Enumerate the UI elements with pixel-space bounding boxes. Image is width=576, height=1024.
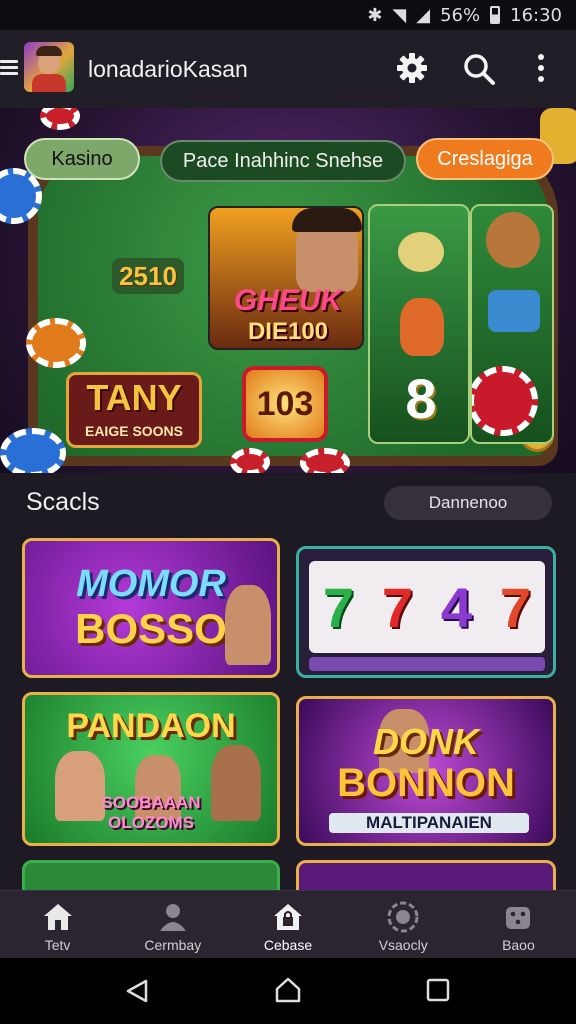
home-icon xyxy=(43,904,72,930)
reel-number: 8 xyxy=(405,367,437,430)
featured-slot-title: GHEUK xyxy=(233,284,343,317)
signal-icon: ◢ xyxy=(416,4,431,26)
search-icon[interactable] xyxy=(462,52,496,86)
reel-symbol: 7 xyxy=(322,575,355,639)
kasino-pill[interactable]: Kasino xyxy=(24,138,140,180)
recents-icon[interactable] xyxy=(426,978,450,1002)
chip-icon xyxy=(40,108,80,130)
nav-item-profile[interactable]: Cermbay xyxy=(115,891,230,958)
section-title: Scacls xyxy=(26,488,100,516)
character-symbol-icon xyxy=(400,298,444,356)
avatar[interactable] xyxy=(24,42,74,92)
section-more-label: Dannenoo xyxy=(428,493,508,512)
promo-sign[interactable]: TANY EAIGE SOONS xyxy=(66,372,202,448)
home-button-icon[interactable] xyxy=(274,976,302,1004)
chest-symbol-icon xyxy=(488,290,540,332)
nav-item-vsaocly[interactable]: Vsaocly xyxy=(346,891,461,958)
character-icon xyxy=(225,585,271,665)
bell-symbol-icon xyxy=(398,232,444,272)
chip-icon xyxy=(26,318,86,368)
more-vertical-icon[interactable] xyxy=(532,52,550,86)
kasino-pill-label: Kasino xyxy=(51,147,113,170)
system-navigation-bar xyxy=(0,958,576,1024)
reel-symbol: 4 xyxy=(440,575,473,639)
slot-reels: 7 7 4 7 xyxy=(309,561,545,653)
house-lock-icon xyxy=(274,904,302,930)
person-icon xyxy=(159,904,186,931)
game-tile-caption: MALTIPANAIEN xyxy=(329,813,529,833)
featured-slot-card[interactable]: GHEUK DIE100 xyxy=(208,206,364,350)
reel-symbol: 7 xyxy=(499,575,532,639)
promo-sign-subtitle: EAIGE SOONS xyxy=(84,423,184,439)
promo-pill-label: Creslagiga xyxy=(437,147,533,170)
nav-item-baoo[interactable]: Baoo xyxy=(461,891,576,958)
chip-icon xyxy=(387,901,419,933)
chip-icon xyxy=(0,428,66,473)
app-title: lonadarioKasan xyxy=(88,56,248,82)
chip-icon xyxy=(230,448,270,473)
bluetooth-icon: ✱ xyxy=(367,4,383,26)
status-bar: ✱ ◥ ◢ 56% 16:30 xyxy=(0,0,576,30)
jackpot-badge[interactable]: 103 xyxy=(242,366,328,442)
nav-item-home[interactable]: Tetv xyxy=(0,891,115,958)
settings-icon[interactable] xyxy=(396,52,428,84)
bottom-navigation: Tetv Cermbay Cebase Vsaocly Baoo xyxy=(0,890,576,958)
lion-symbol-icon xyxy=(486,212,540,268)
nav-item-label: Cermbay xyxy=(144,937,202,953)
slot-reel: 8 xyxy=(368,204,470,444)
game-tile-subtitle: SOOBAAAN xyxy=(101,793,201,812)
back-icon[interactable] xyxy=(124,978,150,1004)
nav-item-label: Cebase xyxy=(263,937,313,953)
category-pill-label: Pace Inahhinc Snehse xyxy=(182,149,384,172)
promo-pill[interactable]: Creslagiga xyxy=(416,138,554,180)
game-tile[interactable]: PANDAON SOOBAAAN OLOZOMS xyxy=(22,692,280,846)
clock: 16:30 xyxy=(510,4,562,26)
game-tile-title: DONK xyxy=(373,721,479,762)
chip-icon xyxy=(300,448,350,473)
nav-item-cebase[interactable]: Cebase xyxy=(230,891,345,958)
game-tile-subtitle: BONNON xyxy=(337,761,515,805)
dice-icon xyxy=(506,907,531,929)
battery-percent: 56% xyxy=(440,4,481,26)
nav-item-label: Vsaocly xyxy=(378,937,428,953)
nav-item-label: Tetv xyxy=(44,937,71,953)
battery-icon xyxy=(490,6,501,24)
wifi-icon: ◥ xyxy=(392,4,407,26)
reel-symbol: 7 xyxy=(381,575,414,639)
menu-icon[interactable] xyxy=(0,60,18,76)
game-tile[interactable]: 7 7 4 7 xyxy=(296,546,556,678)
app-bar: lonadarioKasan xyxy=(0,30,576,108)
game-tile-title: PANDAON xyxy=(66,707,236,745)
chip-value: 2510 xyxy=(112,258,184,294)
chip-icon xyxy=(472,366,538,436)
game-tile-caption: OLOZOMS xyxy=(108,813,194,832)
featured-slot-subtitle: DIE100 xyxy=(247,318,329,345)
game-tile[interactable]: DONK BONNON MALTIPANAIEN xyxy=(296,696,556,846)
section-more-button[interactable]: Dannenoo xyxy=(384,486,552,520)
category-pill[interactable]: Pace Inahhinc Snehse xyxy=(160,140,406,182)
promo-sign-title: TANY xyxy=(86,377,182,418)
nav-item-label: Baoo xyxy=(502,937,535,953)
slot-reel xyxy=(470,204,554,444)
hero-banner[interactable]: Kasino Pace Inahhinc Snehse Creslagiga 2… xyxy=(0,108,576,473)
game-tile[interactable]: MOMOR BOSSO xyxy=(22,538,280,678)
